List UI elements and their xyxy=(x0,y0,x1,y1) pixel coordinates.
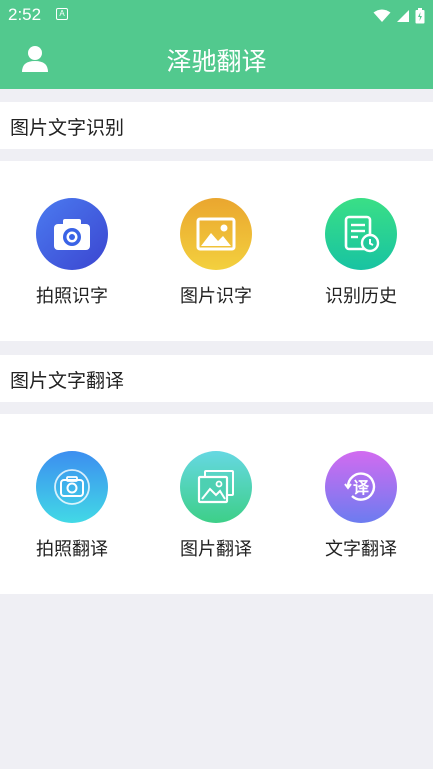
tile-label: 拍照识字 xyxy=(36,286,108,307)
tile-label: 拍照翻译 xyxy=(36,539,108,560)
text-translate-icon: 译 xyxy=(325,451,397,523)
tile-label: 图片翻译 xyxy=(180,539,252,560)
page-title: 泽驰翻译 xyxy=(166,47,267,76)
recognition-history-button[interactable]: 识别历史 xyxy=(311,198,411,318)
battery-icon xyxy=(415,7,425,23)
section-header-recognition: 图片文字识别 xyxy=(0,102,433,149)
wifi-icon xyxy=(373,9,391,22)
app-bar: 2:52 A 泽驰翻译 xyxy=(0,0,433,89)
section-title: 图片文字翻译 xyxy=(10,370,125,392)
notification-icon: A xyxy=(56,8,68,20)
image-icon xyxy=(180,198,252,270)
photo-recognize-button[interactable]: 拍照识字 xyxy=(22,198,122,318)
section-header-translation: 图片文字翻译 xyxy=(0,355,433,402)
signal-icon xyxy=(396,9,409,22)
recognition-panel: 拍照识字 图片识字 识别历史 xyxy=(0,161,433,341)
svg-text:译: 译 xyxy=(353,478,370,497)
section-title: 图片文字识别 xyxy=(10,117,125,139)
image-translate-button[interactable]: 图片翻译 xyxy=(166,451,266,571)
status-icons xyxy=(373,5,425,25)
translation-panel: 拍照翻译 图片翻译 译 文字翻译 xyxy=(0,414,433,594)
status-bar: 2:52 A xyxy=(0,0,433,30)
tile-label: 文字翻译 xyxy=(325,539,397,560)
camera-translate-icon xyxy=(36,451,108,523)
photo-translate-button[interactable]: 拍照翻译 xyxy=(22,451,122,571)
tile-label: 识别历史 xyxy=(325,286,397,307)
status-time: 2:52 xyxy=(8,5,42,24)
image-recognize-button[interactable]: 图片识字 xyxy=(166,198,266,318)
text-translate-button[interactable]: 译 文字翻译 xyxy=(311,451,411,571)
history-icon xyxy=(325,198,397,270)
image-translate-icon xyxy=(180,451,252,523)
camera-icon xyxy=(36,198,108,270)
tile-label: 图片识字 xyxy=(180,286,252,307)
